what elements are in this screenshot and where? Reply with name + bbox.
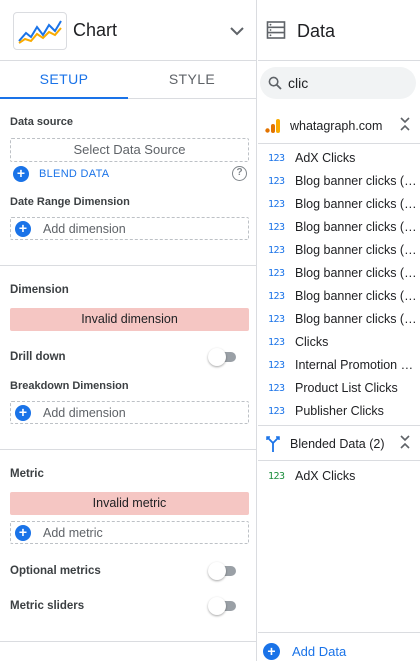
optional-metrics-label: Optional metrics: [10, 565, 101, 577]
section-divider: [0, 641, 257, 642]
database-icon: [266, 21, 286, 39]
number-type-icon: 123: [268, 199, 285, 210]
field-item[interactable]: 123 Internal Promotion Cli...: [258, 354, 420, 377]
number-type-icon: 123: [268, 176, 285, 187]
field-name: Blog banner clicks (G...: [295, 266, 417, 280]
data-source-row-whatagraph[interactable]: whatagraph.com: [258, 108, 420, 144]
collapse-icon[interactable]: [399, 434, 411, 450]
field-item[interactable]: 123 Blog banner clicks (G...: [258, 285, 420, 308]
field-item[interactable]: 123 Product List Clicks: [258, 377, 420, 400]
number-type-icon: 123: [268, 245, 285, 256]
search-input[interactable]: [288, 74, 408, 92]
plus-icon: +: [263, 643, 280, 660]
field-name: AdX Clicks: [295, 469, 356, 483]
metric-heading: Metric: [10, 468, 44, 480]
data-source-name: whatagraph.com: [290, 119, 383, 133]
plus-icon: +: [15, 525, 31, 541]
number-type-icon: 123: [268, 314, 285, 325]
invalid-dimension-chip[interactable]: Invalid dimension: [10, 308, 249, 331]
field-item[interactable]: 123 Blog banner clicks (G...: [258, 170, 420, 193]
drill-down-toggle[interactable]: [208, 348, 236, 366]
add-date-range-dimension-button[interactable]: + Add dimension: [10, 217, 249, 240]
google-analytics-icon: [265, 119, 280, 133]
help-icon[interactable]: ?: [232, 166, 247, 181]
number-type-icon: 123: [268, 406, 285, 417]
field-name: Blog banner clicks (G...: [295, 243, 417, 257]
field-name: Blog banner clicks (G...: [295, 220, 417, 234]
metric-sliders-toggle[interactable]: [208, 597, 236, 615]
field-item[interactable]: 123 Blog banner clicks (G...: [258, 239, 420, 262]
tab-setup[interactable]: SETUP: [0, 61, 128, 99]
field-item[interactable]: 123 AdX Clicks: [258, 465, 420, 488]
number-type-icon: 123: [268, 360, 285, 371]
number-type-icon: 123: [268, 383, 285, 394]
data-panel-header: Data: [258, 0, 420, 61]
plus-icon: +: [15, 405, 31, 421]
field-name: Blog banner clicks (Si...: [295, 312, 417, 326]
dimension-heading: Dimension: [10, 284, 69, 296]
field-item[interactable]: 123 Blog banner clicks (G...: [258, 262, 420, 285]
search-icon: [268, 76, 282, 90]
chart-tabs: SETUP STYLE: [0, 61, 257, 99]
field-name: Publisher Clicks: [295, 404, 384, 418]
drill-down-label: Drill down: [10, 351, 66, 363]
field-search-box: [260, 67, 416, 99]
data-source-row-blended[interactable]: Blended Data (2): [258, 425, 420, 461]
blend-data-button[interactable]: BLEND DATA: [39, 168, 109, 180]
number-type-icon: 123: [268, 153, 285, 164]
field-item[interactable]: 123 AdX Clicks: [258, 147, 420, 170]
toggle-knob: [208, 597, 226, 615]
plus-icon[interactable]: +: [13, 166, 29, 182]
number-type-icon: 123: [268, 222, 285, 233]
chart-panel-header: Chart: [0, 0, 257, 61]
field-name: AdX Clicks: [295, 151, 356, 165]
toggle-knob: [208, 562, 226, 580]
field-item[interactable]: 123 Clicks: [258, 331, 420, 354]
number-type-icon: 123: [268, 471, 285, 482]
number-type-icon: 123: [268, 291, 285, 302]
collapse-icon[interactable]: [399, 116, 411, 132]
optional-metrics-toggle[interactable]: [208, 562, 236, 580]
data-source-heading: Data source: [10, 116, 73, 128]
chart-panel: Chart SETUP STYLE Data source Select Dat…: [0, 0, 257, 661]
add-metric-label: Add metric: [43, 526, 103, 540]
field-name: Product List Clicks: [295, 381, 398, 395]
select-data-source-button[interactable]: Select Data Source: [10, 138, 249, 162]
number-type-icon: 123: [268, 268, 285, 279]
add-breakdown-dimension-button[interactable]: + Add dimension: [10, 401, 249, 424]
add-metric-button[interactable]: + Add metric: [10, 521, 249, 544]
data-source-name: Blended Data (2): [290, 437, 385, 451]
date-range-heading: Date Range Dimension: [10, 196, 130, 208]
metric-sliders-label: Metric sliders: [10, 600, 85, 612]
plus-icon: +: [15, 221, 31, 237]
field-item[interactable]: 123 Blog banner clicks (Si...: [258, 308, 420, 331]
chart-type-icon[interactable]: [13, 12, 67, 50]
section-divider: [0, 265, 257, 266]
blend-icon: [266, 436, 280, 452]
breakdown-dimension-heading: Breakdown Dimension: [10, 380, 129, 392]
field-item[interactable]: 123 Blog banner clicks (G...: [258, 216, 420, 239]
field-name: Blog banner clicks (G...: [295, 289, 417, 303]
field-name: Blog banner clicks (G...: [295, 174, 417, 188]
field-name: Clicks: [295, 335, 329, 349]
field-item[interactable]: 123 Publisher Clicks: [258, 400, 420, 423]
toggle-knob: [208, 348, 226, 366]
add-data-label: Add Data: [292, 644, 347, 659]
add-data-button[interactable]: + Add Data: [258, 632, 420, 661]
field-name: Blog banner clicks (G...: [295, 197, 417, 211]
data-panel: Data whatagraph.com 123 AdX Clicks 123 B…: [258, 0, 420, 661]
section-divider: [0, 449, 257, 450]
tab-style[interactable]: STYLE: [128, 61, 256, 99]
add-dimension-label: Add dimension: [43, 222, 126, 236]
field-item[interactable]: 123 Blog banner clicks (G...: [258, 193, 420, 216]
blend-data-row: + BLEND DATA ?: [13, 166, 249, 184]
chevron-down-icon[interactable]: [228, 22, 246, 40]
add-dimension-label: Add dimension: [43, 406, 126, 420]
number-type-icon: 123: [268, 337, 285, 348]
data-panel-title: Data: [297, 21, 336, 41]
chart-panel-title: Chart: [73, 20, 118, 40]
field-name: Internal Promotion Cli...: [295, 358, 417, 372]
invalid-metric-chip[interactable]: Invalid metric: [10, 492, 249, 515]
